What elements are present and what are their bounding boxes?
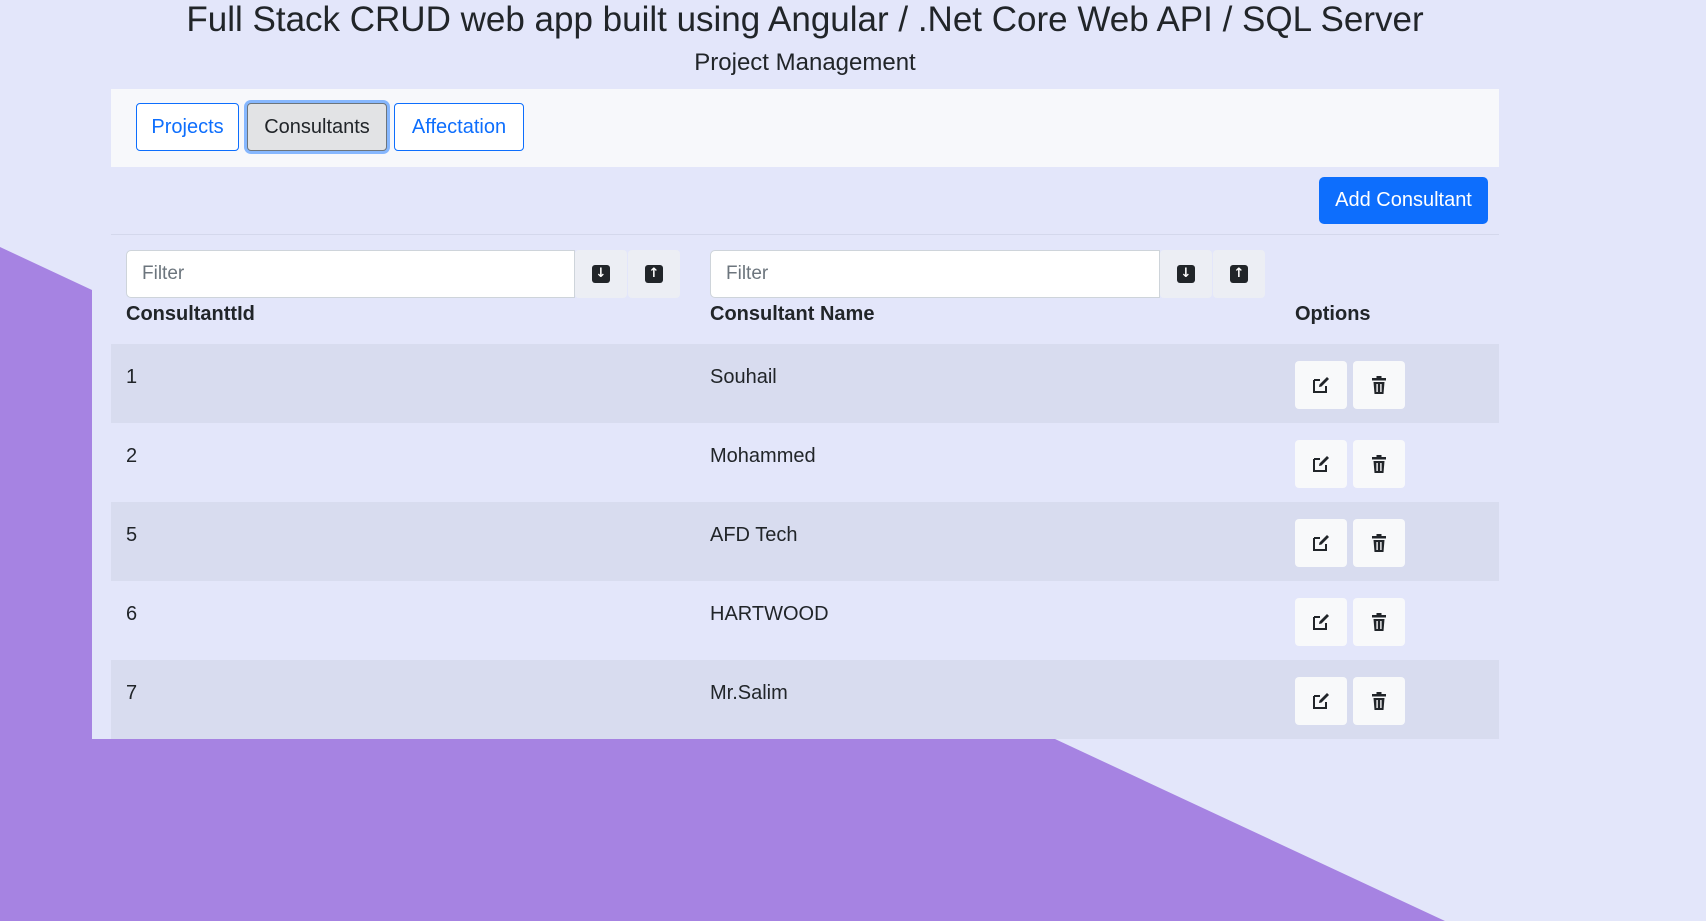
arrow-up-square-icon: ↑	[1230, 265, 1248, 283]
edit-button[interactable]	[1295, 519, 1347, 567]
delete-button[interactable]	[1353, 519, 1405, 567]
name-filter-input[interactable]	[710, 250, 1160, 298]
page-title: Full Stack CRUD web app built using Angu…	[186, 0, 1424, 39]
tab-affectation[interactable]: Affectation	[394, 103, 524, 151]
name-sort-desc-button[interactable]: ↓	[1160, 250, 1212, 298]
edit-button[interactable]	[1295, 440, 1347, 488]
name-sort-asc-button[interactable]: ↑	[1213, 250, 1265, 298]
consultant-name-cell: HARTWOOD	[710, 603, 829, 625]
consultant-name-cell: AFD Tech	[710, 524, 798, 546]
page: Full Stack CRUD web app built using Angu…	[0, 0, 1706, 921]
consultant-id-cell: 1	[126, 366, 138, 388]
id-sort-desc-button[interactable]: ↓	[575, 250, 627, 298]
trash-icon	[1372, 455, 1386, 473]
edit-button[interactable]	[1295, 361, 1347, 409]
edit-button[interactable]	[1295, 598, 1347, 646]
edit-button[interactable]	[1295, 677, 1347, 725]
tab-consultants[interactable]: Consultants	[247, 103, 387, 151]
trash-icon	[1372, 613, 1386, 631]
add-consultant-button[interactable]: Add Consultant	[1319, 177, 1488, 224]
arrow-down-square-icon: ↓	[592, 265, 610, 283]
consultant-id-cell: 2	[126, 445, 138, 467]
trash-icon	[1372, 534, 1386, 552]
pencil-square-icon	[1313, 693, 1329, 709]
pencil-square-icon	[1313, 535, 1329, 551]
navbar: Projects Consultants Affectation	[111, 89, 1499, 167]
consultant-id-cell: 7	[126, 682, 138, 704]
trash-icon	[1372, 692, 1386, 710]
delete-button[interactable]	[1353, 598, 1405, 646]
consultant-id-cell: 5	[126, 524, 138, 546]
id-sort-asc-button[interactable]: ↑	[628, 250, 680, 298]
pencil-square-icon	[1313, 614, 1329, 630]
table-row: 2 Mohammed	[111, 423, 1499, 502]
table-row: 7 Mr.Salim	[111, 660, 1499, 739]
trash-icon	[1372, 376, 1386, 394]
id-filter-input[interactable]	[126, 250, 575, 298]
pencil-square-icon	[1313, 456, 1329, 472]
arrow-down-square-icon: ↓	[1177, 265, 1195, 283]
delete-button[interactable]	[1353, 440, 1405, 488]
page-subtitle: Project Management	[694, 49, 916, 76]
tab-projects[interactable]: Projects	[136, 103, 239, 151]
divider	[111, 234, 1499, 235]
column-header-id: ConsultanttId	[126, 303, 255, 325]
arrow-up-square-icon: ↑	[645, 265, 663, 283]
pencil-square-icon	[1313, 377, 1329, 393]
table-row: 6 HARTWOOD	[111, 581, 1499, 660]
table-row: 1 Souhail	[111, 344, 1499, 423]
delete-button[interactable]	[1353, 361, 1405, 409]
column-header-name: Consultant Name	[710, 303, 875, 325]
consultant-name-cell: Mohammed	[710, 445, 816, 467]
consultant-name-cell: Mr.Salim	[710, 682, 788, 704]
table-row: 5 AFD Tech	[111, 502, 1499, 581]
delete-button[interactable]	[1353, 677, 1405, 725]
column-header-options: Options	[1295, 303, 1371, 325]
consultant-id-cell: 6	[126, 603, 138, 625]
consultant-name-cell: Souhail	[710, 366, 777, 388]
